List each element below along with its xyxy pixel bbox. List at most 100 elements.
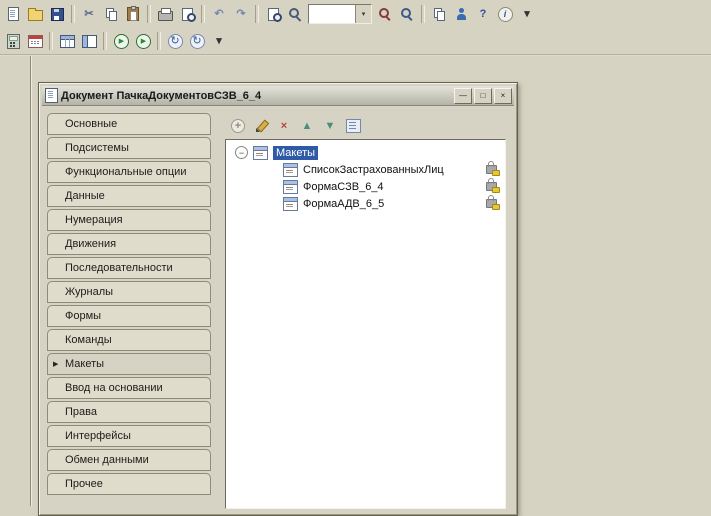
tab-label: Движения	[65, 238, 117, 250]
template-node-icon	[283, 196, 298, 211]
syntax-check-button[interactable]	[450, 3, 472, 25]
copy-icon	[105, 8, 117, 21]
redo-button[interactable]: ↷	[230, 3, 252, 25]
calculator-button[interactable]	[2, 30, 24, 52]
tab-content-templates: + × ▲ ▼ − Макеты СписокЗастрахованныхЛиц Форма…	[225, 115, 506, 509]
tab-item[interactable]: Ввод на основании	[47, 377, 211, 399]
tab-item[interactable]: Макеты	[47, 353, 211, 375]
tab-label: Нумерация	[65, 214, 123, 226]
toolbar-separator	[421, 5, 425, 23]
tab-item[interactable]: Команды	[47, 329, 211, 351]
combo-dropdown-icon[interactable]: ▾	[355, 5, 371, 23]
save-button[interactable]	[46, 3, 68, 25]
tab-item[interactable]: Нумерация	[47, 209, 211, 231]
toolbar-options-button[interactable]: ▾	[208, 30, 230, 52]
set-order-button[interactable]	[343, 116, 363, 136]
maximize-button[interactable]: □	[474, 87, 492, 104]
toolbar-options-button[interactable]: ▾	[516, 3, 538, 25]
search-combo[interactable]: ▾	[308, 4, 372, 24]
move-up-button[interactable]: ▲	[297, 116, 317, 136]
tab-item[interactable]: Основные	[47, 113, 211, 135]
add-button[interactable]: +	[228, 116, 248, 136]
tab-item[interactable]: Интерфейсы	[47, 425, 211, 447]
find-button[interactable]	[284, 3, 306, 25]
refresh-configuration-icon: ↻	[189, 33, 205, 49]
update-database-configuration-button[interactable]: ↻	[164, 30, 186, 52]
tree-item[interactable]: СписокЗастрахованныхЛиц	[226, 161, 505, 178]
find-previous-icon	[401, 8, 413, 20]
templates-button[interactable]	[428, 3, 450, 25]
cut-button[interactable]: ✂	[78, 3, 100, 25]
start-debugging-icon: ▶	[113, 33, 129, 49]
tab-item[interactable]: Последовательности	[47, 257, 211, 279]
tab-item[interactable]: Функциональные опции	[47, 161, 211, 183]
tab-item[interactable]: Прочее	[47, 473, 211, 495]
update-database-configuration-icon: ↻	[167, 33, 183, 49]
refresh-configuration-button[interactable]: ↻	[186, 30, 208, 52]
spreadsheet-document-button[interactable]	[56, 30, 78, 52]
tab-item[interactable]: Данные	[47, 185, 211, 207]
tab-item[interactable]: Движения	[47, 233, 211, 255]
dialog-titlebar[interactable]: Документ ПачкаДокументовСЗВ_6_4 — □ ×	[42, 86, 514, 106]
templates-icon	[433, 8, 445, 21]
tab-item[interactable]: Обмен данными	[47, 449, 211, 471]
lock-icon	[486, 161, 500, 176]
move-down-button[interactable]: ▼	[320, 116, 340, 136]
tree-item[interactable]: ФормаАДВ_6_5	[226, 195, 505, 212]
start-debugging-button[interactable]: ▶	[110, 30, 132, 52]
toolbar-separator	[49, 32, 53, 50]
print-button[interactable]	[154, 3, 176, 25]
copy-button[interactable]	[100, 3, 122, 25]
tab-item[interactable]: Журналы	[47, 281, 211, 303]
tab-label: Функциональные опции	[65, 166, 187, 178]
delete-icon: ×	[280, 119, 288, 132]
tab-item[interactable]: Права	[47, 401, 211, 423]
tab-label: Права	[65, 406, 97, 418]
tab-label: Макеты	[65, 358, 105, 370]
search-combo-input[interactable]	[309, 8, 355, 20]
find-next-icon	[379, 8, 391, 20]
minimize-button[interactable]: —	[454, 87, 472, 104]
tab-item[interactable]: Подсистемы	[47, 137, 211, 159]
tab-label: Журналы	[65, 286, 114, 298]
close-button[interactable]: ×	[494, 87, 512, 104]
find-in-file-button[interactable]	[262, 3, 284, 25]
tab-label: Основные	[65, 118, 118, 130]
help-button[interactable]: ?	[472, 3, 494, 25]
open-document-button[interactable]	[24, 3, 46, 25]
cut-icon: ✂	[84, 7, 94, 20]
toolbar-separator	[157, 32, 161, 50]
print-preview-icon	[181, 7, 196, 22]
tab-item[interactable]: Формы	[47, 305, 211, 327]
edit-icon	[255, 120, 267, 132]
tab-label: Ввод на основании	[65, 382, 163, 394]
tree-item-label: ФормаСЗВ_6_4	[303, 180, 384, 193]
tab-label: Последовательности	[65, 262, 173, 274]
find-previous-button[interactable]	[396, 3, 418, 25]
window-controls: — □ ×	[452, 87, 512, 104]
edit-button[interactable]	[251, 116, 271, 136]
tab-label: Интерфейсы	[65, 430, 131, 442]
delete-button[interactable]: ×	[274, 116, 294, 136]
tree-item[interactable]: ФормаСЗВ_6_4	[226, 178, 505, 195]
paste-button[interactable]	[122, 3, 144, 25]
undo-button[interactable]: ↶	[208, 3, 230, 25]
form-button[interactable]	[78, 30, 100, 52]
templates-command-bar: + × ▲ ▼	[225, 115, 506, 137]
undo-icon: ↶	[214, 7, 224, 20]
tab-label: Прочее	[65, 478, 103, 490]
toolbar-options-icon: ▾	[524, 7, 530, 20]
template-node-icon	[283, 162, 298, 177]
tree-root-item[interactable]: − Макеты	[226, 144, 505, 161]
print-preview-button[interactable]	[176, 3, 198, 25]
expander-icon[interactable]: −	[235, 146, 248, 159]
calendar-button[interactable]	[24, 30, 46, 52]
move-down-icon: ▼	[324, 119, 336, 132]
tab-label: Обмен данными	[65, 454, 149, 466]
find-next-button[interactable]	[374, 3, 396, 25]
about-button[interactable]: i	[494, 3, 516, 25]
new-document-button[interactable]	[2, 3, 24, 25]
start-debugging-options-button[interactable]: ▶	[132, 30, 154, 52]
new-document-icon	[7, 7, 19, 21]
lock-icon	[486, 178, 500, 193]
